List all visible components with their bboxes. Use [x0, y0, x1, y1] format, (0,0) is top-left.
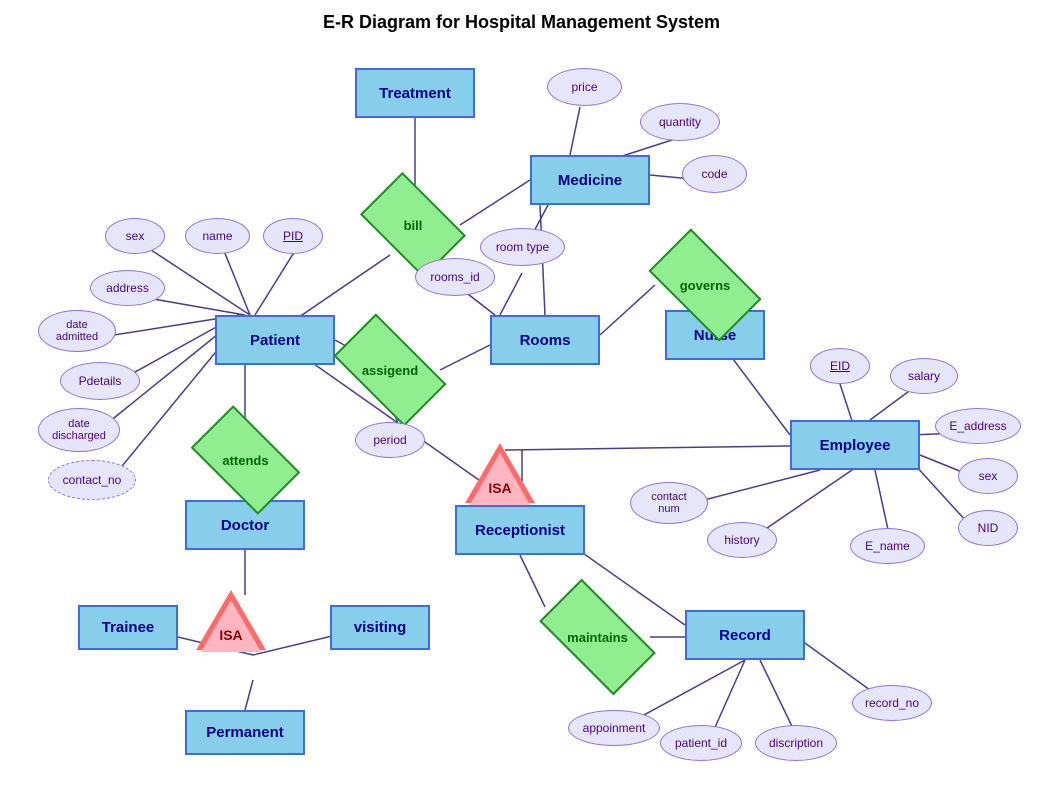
attr-contact-num: contact num [630, 482, 708, 524]
attr-salary: salary [890, 358, 958, 394]
entity-trainee: Trainee [78, 605, 178, 650]
attr-price: price [547, 68, 622, 106]
attr-eid: EID [810, 348, 870, 384]
attr-rooms-id: rooms_id [415, 258, 495, 296]
attr-quantity: quantity [640, 103, 720, 141]
entity-record: Record [685, 610, 805, 660]
attr-e-name: E_name [850, 528, 925, 564]
attr-pdetails: Pdetails [60, 362, 140, 400]
entity-medicine: Medicine [530, 155, 650, 205]
entity-permanent: Permanent [185, 710, 305, 755]
entity-visiting: visiting [330, 605, 430, 650]
isa-employee: ISA [465, 443, 535, 513]
connection-lines [0, 0, 1043, 789]
er-diagram-canvas: E-R Diagram for Hospital Management Syst… [0, 0, 1043, 789]
attr-patient-id: patient_id [660, 725, 742, 761]
diamond-governs: governs [655, 255, 755, 315]
attr-sex: sex [105, 218, 165, 254]
entity-patient: Patient [215, 315, 335, 365]
entity-rooms: Rooms [490, 315, 600, 365]
diagram-title: E-R Diagram for Hospital Management Syst… [323, 12, 720, 33]
attr-period: period [355, 422, 425, 458]
diamond-attends: attends [198, 430, 293, 490]
diamond-maintains: maintains [545, 607, 650, 667]
entity-doctor: Doctor [185, 500, 305, 550]
entity-employee: Employee [790, 420, 920, 470]
attr-room-type: room type [480, 228, 565, 266]
attr-sex2: sex [958, 458, 1018, 494]
attr-discription: discription [755, 725, 837, 761]
diamond-assigend: assigend [340, 340, 440, 400]
isa-doctor: ISA [196, 590, 266, 660]
attr-record-no: record_no [852, 685, 932, 721]
attr-date-discharged: date discharged [38, 408, 120, 452]
entity-treatment: Treatment [355, 68, 475, 118]
attr-nid: NID [958, 510, 1018, 546]
attr-contact-no: contact_no [48, 460, 136, 500]
attr-date-admitted: date admitted [38, 310, 116, 352]
attr-name: name [185, 218, 250, 254]
diamond-bill: bill [368, 195, 458, 255]
attr-appoinment: appoinment [568, 710, 660, 746]
attr-history: history [707, 522, 777, 558]
attr-pid: PID [263, 218, 323, 254]
attr-address: address [90, 270, 165, 306]
attr-e-address: E_address [935, 408, 1021, 444]
attr-code: code [682, 155, 747, 193]
